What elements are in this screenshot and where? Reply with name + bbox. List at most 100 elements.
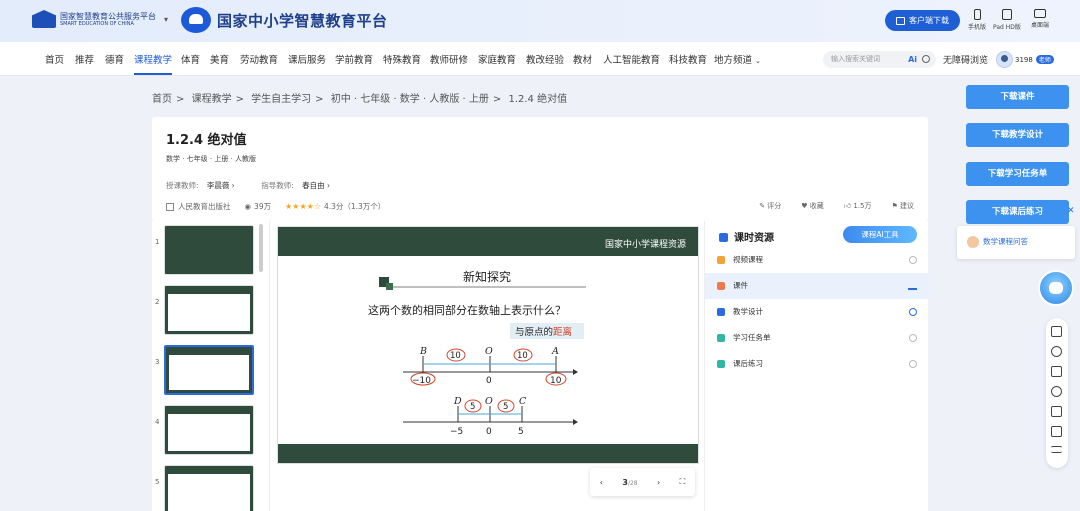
- fullscreen-icon[interactable]: ⛶: [680, 477, 686, 487]
- resource-panel-title-text: 课时资源: [734, 233, 774, 244]
- org-name-en: SMART EDUCATION OF CHINA: [60, 20, 134, 27]
- rate-label: 评分: [767, 202, 782, 210]
- nav-item-teacher[interactable]: 教师研修: [430, 52, 468, 66]
- rating-text: 4.3分（1.3万个）: [323, 202, 386, 211]
- thumbnail-5[interactable]: [164, 465, 254, 511]
- avatar[interactable]: [996, 51, 1013, 68]
- home-icon[interactable]: [1051, 326, 1062, 337]
- bar-chart-icon: [908, 282, 917, 290]
- teacher-name-link[interactable]: 李晨薇 ›: [207, 181, 235, 190]
- rating-stars: ★★★★☆: [285, 202, 321, 211]
- slide-footer: [278, 444, 698, 463]
- help-icon[interactable]: [1051, 346, 1062, 357]
- nav-item-arts[interactable]: 美育: [210, 52, 229, 66]
- breadcrumb-item[interactable]: 首页: [152, 94, 172, 105]
- distance-value: 5: [503, 402, 508, 412]
- radio-icon: [909, 334, 917, 342]
- meta-row: 人民教育出版社 ◉ 39万 ★★★★☆ 4.3分（1.3万个）: [166, 201, 385, 212]
- rate-button[interactable]: ✎ 评分: [759, 201, 781, 211]
- chevron-down-icon[interactable]: ▾: [164, 15, 168, 24]
- floating-toolbar: [1046, 318, 1068, 468]
- thumbnail-3[interactable]: [164, 345, 254, 395]
- guide-name-link[interactable]: 春自由 ›: [302, 181, 330, 190]
- org-name: 国家智慧教育公共服务平台: [60, 11, 156, 21]
- document-icon[interactable]: [1051, 406, 1062, 417]
- nav-item-recommend[interactable]: 推荐: [75, 52, 94, 66]
- search-icon[interactable]: [922, 55, 930, 63]
- tick-label: 0: [486, 427, 492, 437]
- breadcrumb-item[interactable]: 初中 · 七年级 · 数学 · 人教版 · 上册: [331, 94, 489, 105]
- nav-item-textbook[interactable]: 教材: [573, 52, 592, 66]
- point-label: C: [519, 396, 527, 407]
- breadcrumb-current: 1.2.4 绝对值: [508, 94, 568, 105]
- download-exercise-button[interactable]: 下载课后练习: [966, 200, 1069, 224]
- resource-item-teaching-design[interactable]: 教学设计: [705, 299, 929, 325]
- breadcrumb-item[interactable]: 课程教学: [192, 94, 232, 105]
- breadcrumb: 首页 > 课程教学 > 学生自主学习 > 初中 · 七年级 · 数学 · 人教版 · …: [152, 94, 568, 105]
- assistant-avatar-icon: [967, 236, 979, 248]
- resource-item-video[interactable]: 视频课程: [705, 247, 929, 273]
- suggest-button[interactable]: ⚑ 建议: [891, 201, 914, 211]
- resource-item-exercise[interactable]: 课后练习: [705, 351, 929, 377]
- platform-logo[interactable]: 国家中小学智慧教育平台: [181, 7, 388, 33]
- favorite-button[interactable]: ♥ 收藏: [801, 201, 824, 211]
- nav-item-course[interactable]: 课程教学: [134, 52, 173, 75]
- tablet-icon: [1001, 9, 1012, 20]
- thumbnail-2[interactable]: [164, 285, 254, 335]
- org-logo[interactable]: 国家智慧教育公共服务平台 SMART EDUCATION OF CHINA ▾: [32, 10, 168, 28]
- clock-icon[interactable]: [1051, 386, 1062, 397]
- design-icon: [717, 308, 725, 316]
- nav-item-afterschool[interactable]: 课后服务: [288, 52, 326, 66]
- close-icon[interactable]: ✕: [1067, 206, 1075, 216]
- device-label: Pad HD版: [993, 24, 1021, 31]
- nav-item-ai[interactable]: 人工智能教育: [603, 52, 660, 66]
- distance-value: 10: [450, 351, 461, 361]
- nav-item-home[interactable]: 首页: [45, 52, 64, 66]
- download-task-sheet-button[interactable]: 下载学习任务单: [966, 162, 1069, 186]
- thumbnail-list[interactable]: 1 2 3 4 5: [152, 221, 270, 511]
- search-input[interactable]: 输入搜索关键词 Ai: [823, 51, 936, 68]
- action-row: ✎ 评分 ♥ 收藏 👍︎ 1.5万 ⚑ 建议: [739, 201, 914, 211]
- thumbnail-number: 4: [155, 418, 160, 426]
- page-title: 1.2.4 绝对值: [166, 133, 247, 148]
- download-courseware-button[interactable]: 下载课件: [966, 85, 1069, 109]
- desktop-version-link[interactable]: 桌面端: [1031, 9, 1049, 29]
- thumbnail-1[interactable]: [164, 225, 254, 275]
- pad-version-link[interactable]: Pad HD版: [993, 9, 1021, 31]
- breadcrumb-item[interactable]: 学生自主学习: [251, 94, 311, 105]
- client-download-button[interactable]: 客户端下载: [885, 10, 960, 31]
- slide-header: 国家中小学课程资源: [278, 227, 698, 256]
- nav-item-local[interactable]: 地方频道 ⌄: [714, 52, 761, 66]
- assistant-popup[interactable]: 数学课程问答: [957, 226, 1075, 259]
- nav-item-family[interactable]: 家庭教育: [478, 52, 516, 66]
- download-design-button[interactable]: 下载教学设计: [966, 123, 1069, 147]
- prev-page-icon[interactable]: ‹: [600, 478, 603, 487]
- nav-item-tech[interactable]: 科技教育: [669, 52, 707, 66]
- resource-label: 课件: [733, 281, 748, 290]
- nav-item-labor[interactable]: 劳动教育: [240, 52, 278, 66]
- ai-assistant-icon[interactable]: [1038, 270, 1074, 306]
- nav-item-preschool[interactable]: 学前教育: [335, 52, 373, 66]
- nav-item-moral[interactable]: 德育: [105, 52, 124, 66]
- nav-item-special[interactable]: 特殊教育: [383, 52, 421, 66]
- resource-item-courseware[interactable]: 课件: [705, 273, 929, 299]
- ai-search-icon[interactable]: Ai: [908, 51, 917, 68]
- menu-icon[interactable]: [1051, 446, 1062, 453]
- resource-item-task-sheet[interactable]: 学习任务单: [705, 325, 929, 351]
- feedback-icon[interactable]: [1051, 426, 1062, 437]
- slide-canvas: 国家中小学课程资源 新知探究 这两个数的相同部分在数轴上表示什么？ 与原点的距离…: [277, 226, 699, 464]
- total-pages: /28: [627, 479, 638, 487]
- distance-value: 10: [517, 351, 528, 361]
- course-ai-tool-button[interactable]: 课程AI工具: [843, 226, 917, 243]
- next-page-icon[interactable]: ›: [657, 478, 660, 487]
- like-button[interactable]: 👍︎ 1.5万: [844, 201, 872, 211]
- nav-item-reform[interactable]: 教改经验: [526, 52, 564, 66]
- thumbnail-number: 1: [155, 238, 160, 246]
- mobile-version-link[interactable]: 手机版: [968, 9, 986, 31]
- thumbnail-scrollbar[interactable]: [259, 224, 263, 272]
- barrier-free-link[interactable]: 无障碍浏览: [943, 53, 988, 66]
- courseware-icon: [717, 282, 725, 290]
- cube-icon[interactable]: [1051, 366, 1062, 377]
- thumbnail-4[interactable]: [164, 405, 254, 455]
- nav-item-pe[interactable]: 体育: [181, 52, 200, 66]
